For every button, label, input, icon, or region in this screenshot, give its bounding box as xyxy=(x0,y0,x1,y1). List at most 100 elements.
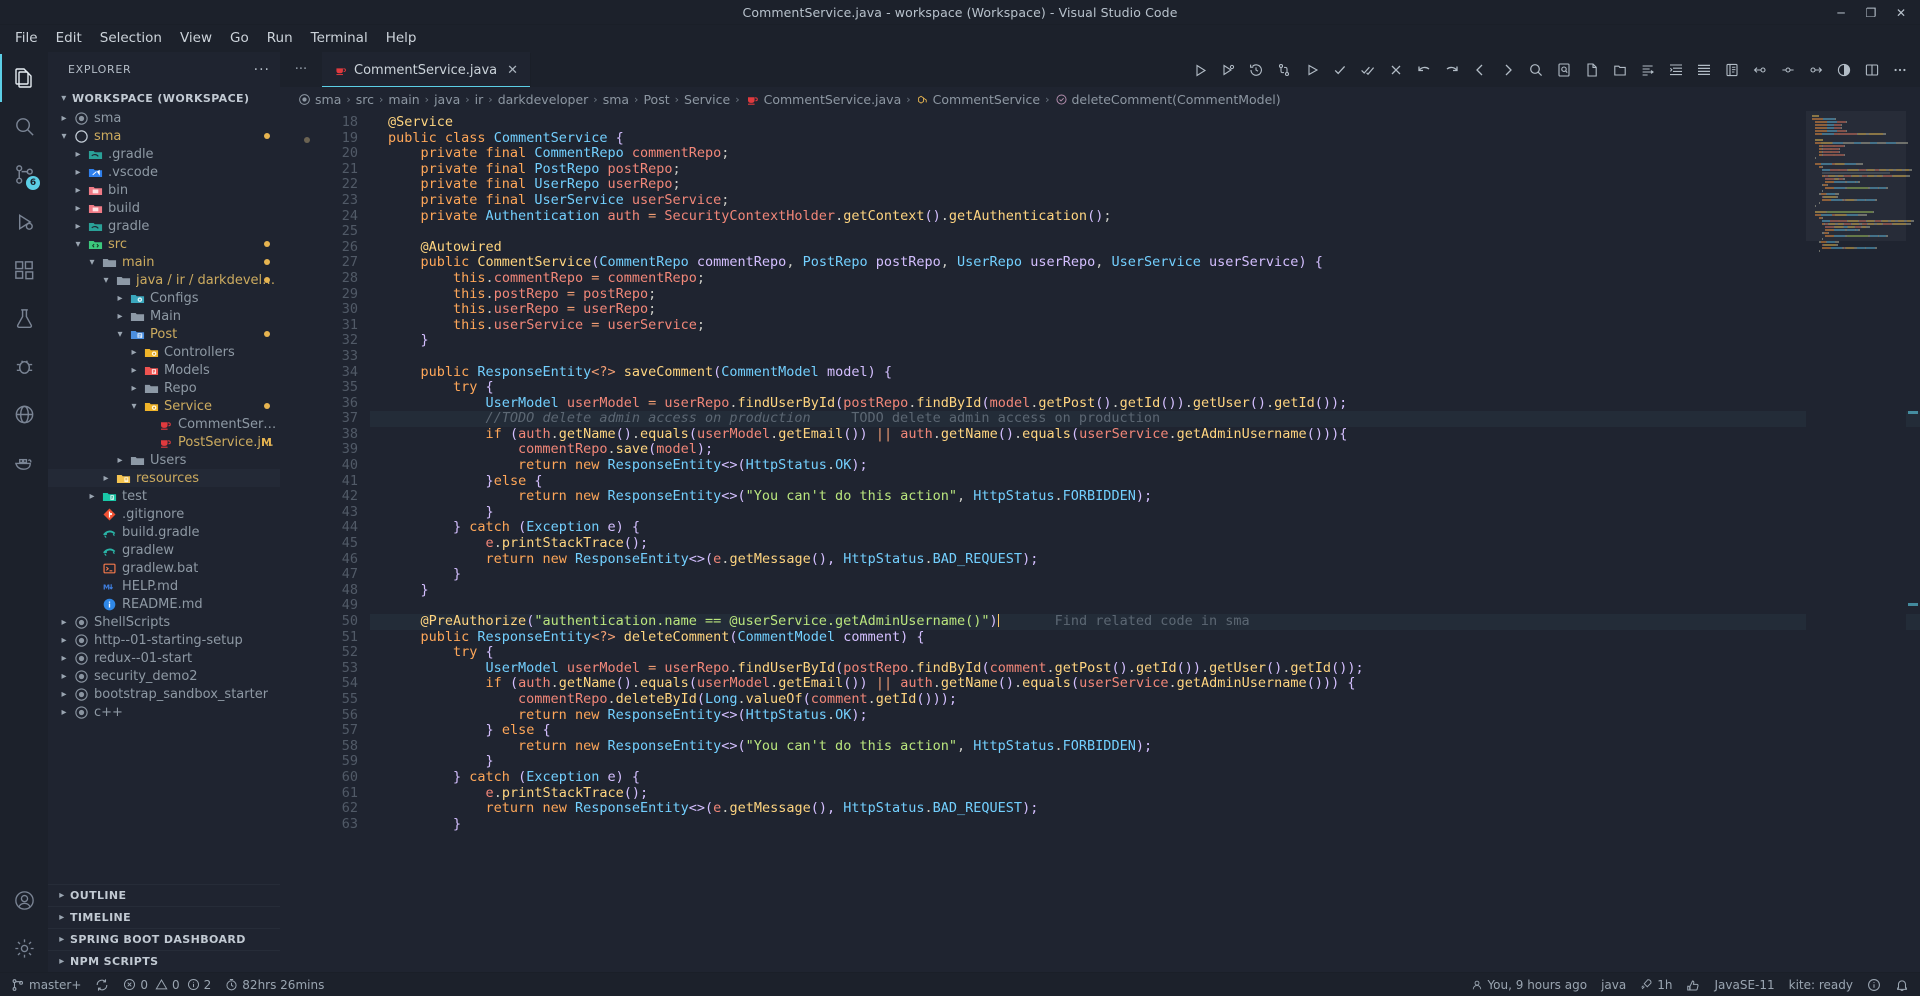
code-line[interactable]: } xyxy=(370,333,1920,349)
code-line[interactable]: } catch (Exception e) { xyxy=(370,769,1920,786)
code-line[interactable]: return new ResponseEntity<>("You can't d… xyxy=(370,738,1920,755)
code-line[interactable]: private final UserRepo userRepo; xyxy=(370,177,1920,193)
breadcrumb-item-service[interactable]: Service xyxy=(684,92,730,107)
code-nav-left-icon[interactable] xyxy=(1746,52,1774,87)
code-line[interactable]: UserModel userModel = userRepo.findUserB… xyxy=(370,395,1920,412)
code-line[interactable]: return new ResponseEntity<>(e.getMessage… xyxy=(370,551,1920,568)
tree-item-vscode[interactable]: ▸ .vscode xyxy=(48,163,280,181)
code-line[interactable]: return new ResponseEntity<>("You can't d… xyxy=(370,488,1920,505)
code-line[interactable]: public ResponseEntity<?> deleteComment(C… xyxy=(370,629,1920,646)
tree-item-main[interactable]: ▾ main xyxy=(48,253,280,271)
more-actions-icon[interactable]: ··· xyxy=(254,62,270,78)
run-icon[interactable] xyxy=(1186,52,1214,87)
code-line[interactable]: try { xyxy=(370,644,1920,661)
tree-item-commentservice-java[interactable]: CommentService.java xyxy=(48,415,280,433)
editor-scrollbar[interactable] xyxy=(1906,111,1920,972)
run-debug-icon[interactable] xyxy=(1214,52,1242,87)
tab-commentservice-java[interactable]: CommentService.java ✕ xyxy=(322,52,532,87)
panel-header-spring-boot-dashboard[interactable]: ▸ SPRING BOOT DASHBOARD xyxy=(48,928,280,950)
tabs-more-icon[interactable]: ··· xyxy=(280,52,322,87)
breadcrumb-item-ir[interactable]: ir xyxy=(475,92,484,107)
menu-selection[interactable]: Selection xyxy=(91,27,171,50)
breadcrumb-item-sma[interactable]: sma xyxy=(603,92,629,107)
code-line[interactable]: this.userService = userService; xyxy=(370,317,1920,334)
play-icon[interactable] xyxy=(1298,52,1326,87)
code-line[interactable]: if (auth.getName().equals(userModel.getE… xyxy=(370,426,1920,443)
tree-item-gradle[interactable]: ▸ gradle xyxy=(48,217,280,235)
tree-item-shellscripts[interactable]: ▸ ShellScripts xyxy=(48,613,280,631)
code-line[interactable]: commentRepo.deleteById(Long.valueOf(comm… xyxy=(370,691,1920,708)
file-tree[interactable]: ▸ sma ▾ sma ▸ .gradle ▸ .vscode ▸ bin ▸ build ▸ gradl… xyxy=(48,109,280,721)
chevron-left-icon[interactable] xyxy=(1466,52,1494,87)
settings-gear-icon[interactable] xyxy=(0,924,48,972)
tree-item-test[interactable]: ▸ test xyxy=(48,487,280,505)
status-language-mode[interactable]: java xyxy=(1594,973,1633,996)
tree-item-models[interactable]: ▸ Models xyxy=(48,361,280,379)
breadcrumb-item-commentservice-java[interactable]: CommentService.java xyxy=(745,92,901,107)
minimize-button[interactable]: ─ xyxy=(1826,0,1856,25)
code-line[interactable]: }else { xyxy=(370,473,1920,490)
chevron-right-icon[interactable] xyxy=(1494,52,1522,87)
search-icon[interactable] xyxy=(0,102,48,150)
tree-item-main[interactable]: ▸ Main xyxy=(48,307,280,325)
panel-header-npm-scripts[interactable]: ▸ NPM SCRIPTS xyxy=(48,950,280,972)
menu-go[interactable]: Go xyxy=(221,27,258,50)
workspace-section-header[interactable]: ▾ WORKSPACE (WORKSPACE) xyxy=(48,87,280,109)
tree-item-post[interactable]: ▾ Post xyxy=(48,325,280,343)
code-line[interactable]: try { xyxy=(370,379,1920,396)
code-line[interactable] xyxy=(370,224,1920,240)
code-line[interactable]: e.printStackTrace(); xyxy=(370,785,1920,802)
minimap-slider[interactable] xyxy=(1806,111,1906,241)
close-button[interactable]: ✕ xyxy=(1886,0,1916,25)
docker-icon[interactable] xyxy=(0,438,48,486)
extensions-icon[interactable] xyxy=(0,246,48,294)
explorer-tree-scroll[interactable]: ▾ WORKSPACE (WORKSPACE) ▸ sma ▾ sma ▸ .gradle… xyxy=(48,87,280,884)
check-all-icon[interactable] xyxy=(1354,52,1382,87)
code-line[interactable]: commentRepo.save(model); xyxy=(370,442,1920,458)
split-editor-icon[interactable] xyxy=(1858,52,1886,87)
status-todo-tree[interactable]: 1h xyxy=(1633,973,1679,996)
code-line[interactable]: this.userRepo = userRepo; xyxy=(370,301,1920,318)
code-line[interactable] xyxy=(370,598,1920,614)
breadcrumb-item-darkdeveloper[interactable]: darkdeveloper xyxy=(498,92,589,107)
code-line[interactable]: UserModel userModel = userRepo.findUserB… xyxy=(370,660,1920,677)
tree-item-redux-01-start[interactable]: ▸ redux--01-start xyxy=(48,649,280,667)
code-line[interactable] xyxy=(370,349,1920,365)
tree-item-repo[interactable]: ▸ Repo xyxy=(48,379,280,397)
breadcrumb-item-sma[interactable]: sma xyxy=(298,92,341,107)
status-info[interactable] xyxy=(1860,973,1888,996)
status-branch[interactable]: master+ xyxy=(4,973,88,996)
tree-item-gradlew[interactable]: gradlew xyxy=(48,541,280,559)
new-folder-icon[interactable] xyxy=(1606,52,1634,87)
panel-header-outline[interactable]: ▸ OUTLINE xyxy=(48,884,280,906)
tree-item-gitignore[interactable]: .gitignore xyxy=(48,505,280,523)
tree-item-build[interactable]: ▸ build xyxy=(48,199,280,217)
run-debug-icon[interactable] xyxy=(0,198,48,246)
code-line[interactable]: public ResponseEntity<?> saveComment(Com… xyxy=(370,364,1920,381)
breadcrumb[interactable]: sma › src › main › java › ir › darkdeveloper › sma › P… xyxy=(280,87,1920,111)
close-icon[interactable]: ✕ xyxy=(507,63,518,78)
tree-item-users[interactable]: ▸ Users xyxy=(48,451,280,469)
code-line[interactable]: this.commentRepo = commentRepo; xyxy=(370,270,1920,287)
code-nav-icon[interactable] xyxy=(1774,52,1802,87)
minimap[interactable] xyxy=(1806,111,1914,972)
code-line[interactable]: } xyxy=(370,504,1920,521)
tree-item-sma[interactable]: ▸ sma xyxy=(48,109,280,127)
menu-help[interactable]: Help xyxy=(377,27,426,50)
code-line[interactable]: @PreAuthorize("authentication.name == @u… xyxy=(370,613,1920,630)
breadcrumb-item-deletecomment-commentmodel[interactable]: deleteComment(CommentModel) xyxy=(1055,92,1281,107)
source-control-icon[interactable]: 6 xyxy=(0,150,48,198)
status-wakatime[interactable]: 82hrs 26mins xyxy=(218,973,331,996)
tree-item-bin[interactable]: ▸ bin xyxy=(48,181,280,199)
tree-item-gradlew-bat[interactable]: gradlew.bat xyxy=(48,559,280,577)
book-icon[interactable] xyxy=(1718,52,1746,87)
accounts-icon[interactable] xyxy=(0,876,48,924)
code-line[interactable]: } else { xyxy=(370,722,1920,739)
status-java-runtime[interactable]: JavaSE-11 xyxy=(1707,973,1781,996)
git-compare-icon[interactable] xyxy=(1270,52,1298,87)
find-file-icon[interactable] xyxy=(1550,52,1578,87)
code-line[interactable]: } xyxy=(370,816,1920,833)
status-notifications[interactable] xyxy=(1888,973,1916,996)
code-line[interactable]: @Autowired xyxy=(370,239,1920,256)
code-line[interactable]: return new ResponseEntity<>(HttpStatus.O… xyxy=(370,707,1920,724)
